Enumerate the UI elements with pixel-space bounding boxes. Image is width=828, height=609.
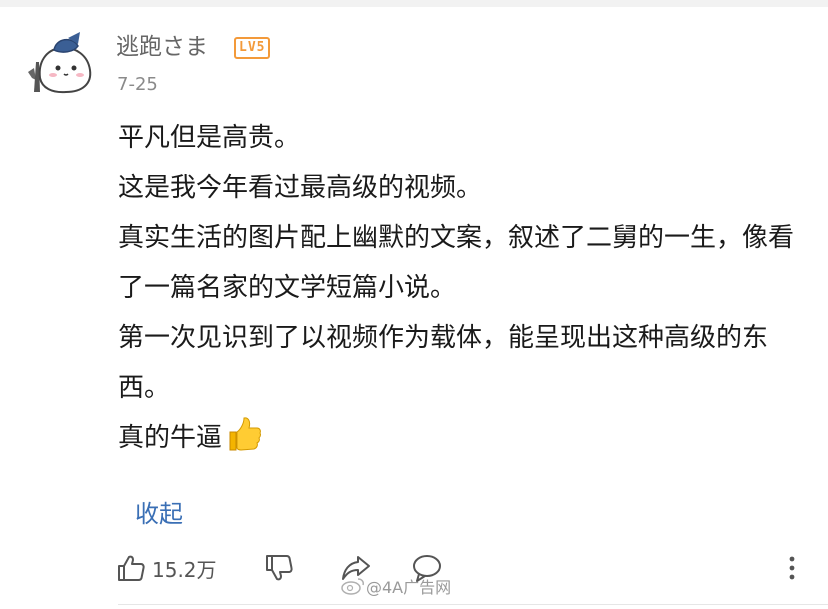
comment-body: 平凡但是高贵。 这是我今年看过最高级的视频。 真实生活的图片配上幽默的文案，叙述… [118, 113, 798, 463]
thumbs-up-icon [118, 555, 145, 581]
like-button[interactable]: 15.2万 [116, 553, 217, 583]
more-vertical-icon [789, 556, 795, 580]
more-button[interactable] [782, 555, 802, 581]
cat-avatar-icon [28, 32, 92, 94]
comment-line: 第一次见识到了以视频作为载体，能呈现出这种高级的东西。 [118, 323, 769, 403]
thumbs-down-icon [266, 555, 293, 581]
watermark: @4A广告网 [340, 574, 451, 598]
comment-line: 这是我今年看过最高级的视频。 [118, 173, 483, 203]
comment-last-line-text: 真的牛逼 [118, 423, 223, 453]
comment-line: 平凡但是高贵。 [118, 123, 301, 153]
watermark-text: @4A广告网 [366, 578, 452, 597]
collapse-button[interactable]: 收起 [135, 494, 183, 529]
comment-last-line: 真的牛逼 [118, 413, 798, 463]
comment-line: 真实生活的图片配上幽默的文案，叙述了二舅的一生，像看了一篇名家的文学短篇小说。 [118, 223, 795, 303]
user-avatar[interactable] [24, 28, 98, 96]
username[interactable]: 逃跑さま [116, 27, 208, 61]
comment-date: 7-25 [117, 74, 158, 95]
weibo-icon [341, 578, 364, 595]
top-divider [0, 0, 828, 7]
thumbs-up-emoji-icon [229, 417, 261, 451]
like-count: 15.2万 [152, 557, 217, 582]
user-level-badge: LV5 [234, 37, 271, 59]
bottom-divider [118, 604, 828, 605]
dislike-button[interactable] [264, 553, 296, 583]
